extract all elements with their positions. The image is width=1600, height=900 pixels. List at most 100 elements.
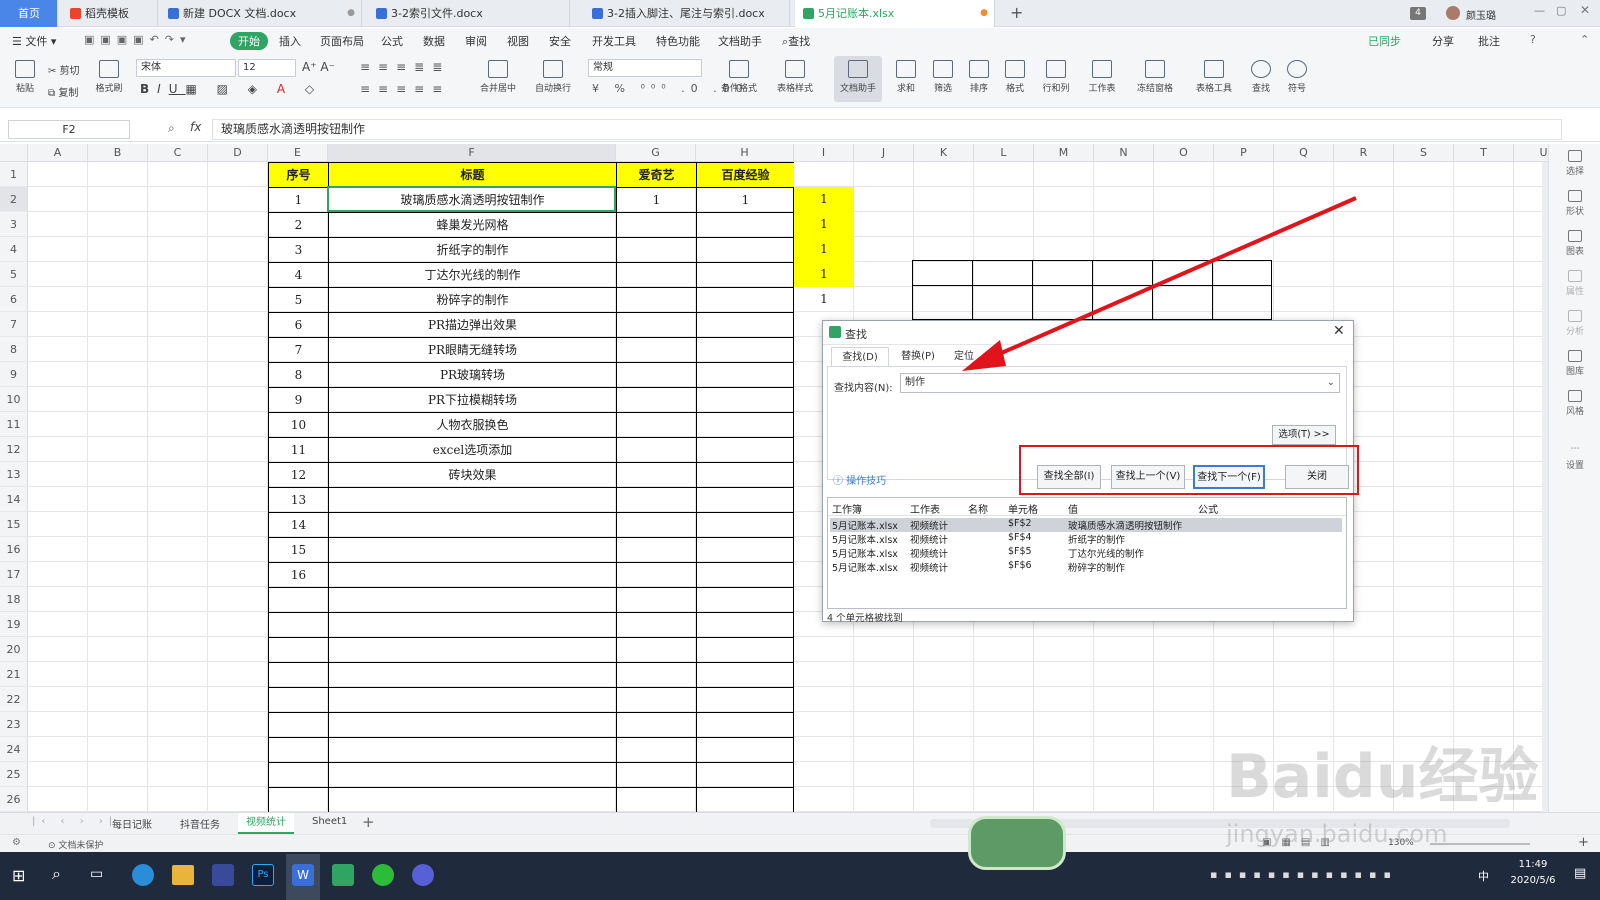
- merge-center-button[interactable]: 合并居中: [474, 60, 522, 94]
- maximize-icon[interactable]: ▢: [1556, 4, 1566, 17]
- cell-iqiyi[interactable]: [617, 338, 696, 362]
- cell-title[interactable]: 人物衣服换色: [329, 413, 616, 437]
- cell-title[interactable]: [329, 513, 616, 537]
- cell-seq[interactable]: 6: [269, 313, 328, 337]
- tab-new-docx[interactable]: 新建 DOCX 文档.docx ●: [160, 0, 362, 27]
- tab-docer[interactable]: 稻壳模板: [62, 0, 158, 27]
- cell-i[interactable]: 1: [794, 212, 854, 237]
- cell-iqiyi[interactable]: [617, 463, 696, 487]
- menu-page-layout[interactable]: 页面布局: [320, 33, 364, 49]
- cell-baidu[interactable]: [697, 238, 794, 262]
- row-header[interactable]: 4: [0, 237, 28, 262]
- cell-iqiyi[interactable]: [617, 488, 696, 512]
- cell-iqiyi[interactable]: [617, 388, 696, 412]
- formula-input[interactable]: 玻璃质感水滴透明按钮制作: [212, 119, 1562, 140]
- menu-home[interactable]: 开始: [230, 32, 268, 50]
- sheet-tab-sheet1[interactable]: Sheet1: [312, 816, 347, 827]
- cell-iqiyi[interactable]: [617, 563, 696, 587]
- tab-replace[interactable]: 替换(P): [891, 347, 945, 367]
- menu-features[interactable]: 特色功能: [656, 33, 700, 49]
- file-explorer-icon[interactable]: [172, 865, 194, 885]
- doc-assistant-button[interactable]: 文档助手: [834, 56, 882, 102]
- cell-title[interactable]: 粉碎字的制作: [329, 288, 616, 312]
- tray-icons[interactable]: ▪▪▪▪▪▪▪▪▪▪▪▪▪: [1210, 868, 1398, 881]
- cell-seq[interactable]: 14: [269, 513, 328, 537]
- row-header[interactable]: 13: [0, 462, 28, 487]
- cell-baidu[interactable]: [697, 563, 794, 587]
- cell-seq[interactable]: 10: [269, 413, 328, 437]
- menu-data[interactable]: 数据: [423, 33, 445, 49]
- rows-cols-button[interactable]: 行和列: [1036, 60, 1076, 94]
- cell-seq[interactable]: 1: [269, 188, 328, 212]
- taskbar-active-wps[interactable]: W: [286, 854, 320, 900]
- symbol-button[interactable]: 符号: [1282, 60, 1312, 94]
- quick-access-icons[interactable]: ▣▣▣▣↶↷▾: [84, 33, 192, 46]
- cell-seq[interactable]: 3: [269, 238, 328, 262]
- cell-baidu[interactable]: [697, 513, 794, 537]
- cell-seq[interactable]: 9: [269, 388, 328, 412]
- tab-close-icon[interactable]: ●: [347, 0, 355, 27]
- font-grow-shrink[interactable]: A⁺ A⁻: [302, 60, 335, 74]
- sort-button[interactable]: 排序: [964, 60, 994, 94]
- column-header-c[interactable]: C: [148, 144, 208, 162]
- row-header[interactable]: 9: [0, 362, 28, 387]
- row-header[interactable]: 18: [0, 587, 28, 612]
- cell-baidu[interactable]: [697, 288, 794, 312]
- windows-start-icon[interactable]: ⊞: [12, 866, 25, 885]
- column-header-s[interactable]: S: [1394, 144, 1454, 162]
- menu-security[interactable]: 安全: [549, 33, 571, 49]
- format-painter-button[interactable]: 格式刷: [92, 60, 126, 94]
- header-iqiyi[interactable]: 爱奇艺: [617, 163, 696, 187]
- cell-i[interactable]: 1: [794, 262, 854, 287]
- right-panel-property[interactable]: 属性: [1549, 270, 1600, 297]
- photoshop-icon[interactable]: Ps: [252, 864, 274, 886]
- cell-baidu[interactable]: [697, 413, 794, 437]
- column-header-f[interactable]: F: [328, 144, 616, 162]
- cell-title[interactable]: PR下拉模糊转场: [329, 388, 616, 412]
- file-menu[interactable]: ☰ 文件 ▾: [12, 33, 56, 49]
- row-header[interactable]: 7: [0, 312, 28, 337]
- close-button[interactable]: 关闭: [1285, 465, 1349, 489]
- cell-title[interactable]: [329, 563, 616, 587]
- filter-button[interactable]: 筛选: [928, 60, 958, 94]
- find-next-button[interactable]: 查找下一个(F): [1193, 465, 1265, 489]
- cell-title[interactable]: [329, 488, 616, 512]
- tab-home[interactable]: 首页: [0, 0, 58, 27]
- cell-baidu[interactable]: [697, 263, 794, 287]
- column-header-i[interactable]: I: [794, 144, 854, 162]
- result-row[interactable]: 5月记账本.xlsx 视频统计 $F$6 粉碎字的制作: [830, 560, 1342, 574]
- row-header[interactable]: 3: [0, 212, 28, 237]
- row-header[interactable]: 26: [0, 787, 28, 812]
- close-window-icon[interactable]: ✕: [1580, 3, 1590, 17]
- column-header-n[interactable]: N: [1094, 144, 1154, 162]
- close-icon[interactable]: ✕: [1333, 323, 1345, 339]
- column-header-t[interactable]: T: [1454, 144, 1514, 162]
- cell-i[interactable]: 1: [794, 237, 854, 262]
- user-name[interactable]: 颜玉璐: [1466, 7, 1496, 22]
- cell-title[interactable]: PR玻璃转场: [329, 363, 616, 387]
- menu-review[interactable]: 审阅: [465, 33, 487, 49]
- active-cell-selection[interactable]: [327, 186, 616, 212]
- find-previous-button[interactable]: 查找上一个(V): [1111, 465, 1185, 489]
- align-buttons[interactable]: ≡≡≡≣≣: [360, 60, 450, 74]
- avatar[interactable]: [1446, 6, 1460, 20]
- worksheet-button[interactable]: 工作表: [1082, 60, 1122, 94]
- app-flower-icon[interactable]: [412, 864, 434, 886]
- find-all-button[interactable]: 查找全部(I): [1037, 465, 1101, 489]
- right-panel-shape[interactable]: 形状: [1549, 190, 1600, 217]
- column-header-l[interactable]: L: [974, 144, 1034, 162]
- cell-iqiyi[interactable]: [617, 513, 696, 537]
- cell-iqiyi[interactable]: [617, 363, 696, 387]
- paste-button[interactable]: 粘贴: [10, 60, 40, 94]
- results-list[interactable]: 工作簿 工作表 名称 单元格 值 公式 5月记账本.xlsx 视频统计 $F$2 玻璃…: [827, 497, 1347, 609]
- column-header-m[interactable]: M: [1034, 144, 1094, 162]
- protect-status[interactable]: ⊙ 文档未保护: [48, 838, 103, 851]
- share-button[interactable]: 分享: [1432, 33, 1454, 49]
- cell-iqiyi[interactable]: [617, 263, 696, 287]
- cell-title[interactable]: 丁达尔光线的制作: [329, 263, 616, 287]
- cell-i[interactable]: 1: [794, 287, 854, 312]
- cell-seq[interactable]: 2: [269, 213, 328, 237]
- cell-seq[interactable]: 16: [269, 563, 328, 587]
- sheet-nav-arrows[interactable]: |‹ ‹ › ›|: [32, 816, 118, 827]
- menu-doc-assistant[interactable]: 文档助手: [718, 33, 762, 49]
